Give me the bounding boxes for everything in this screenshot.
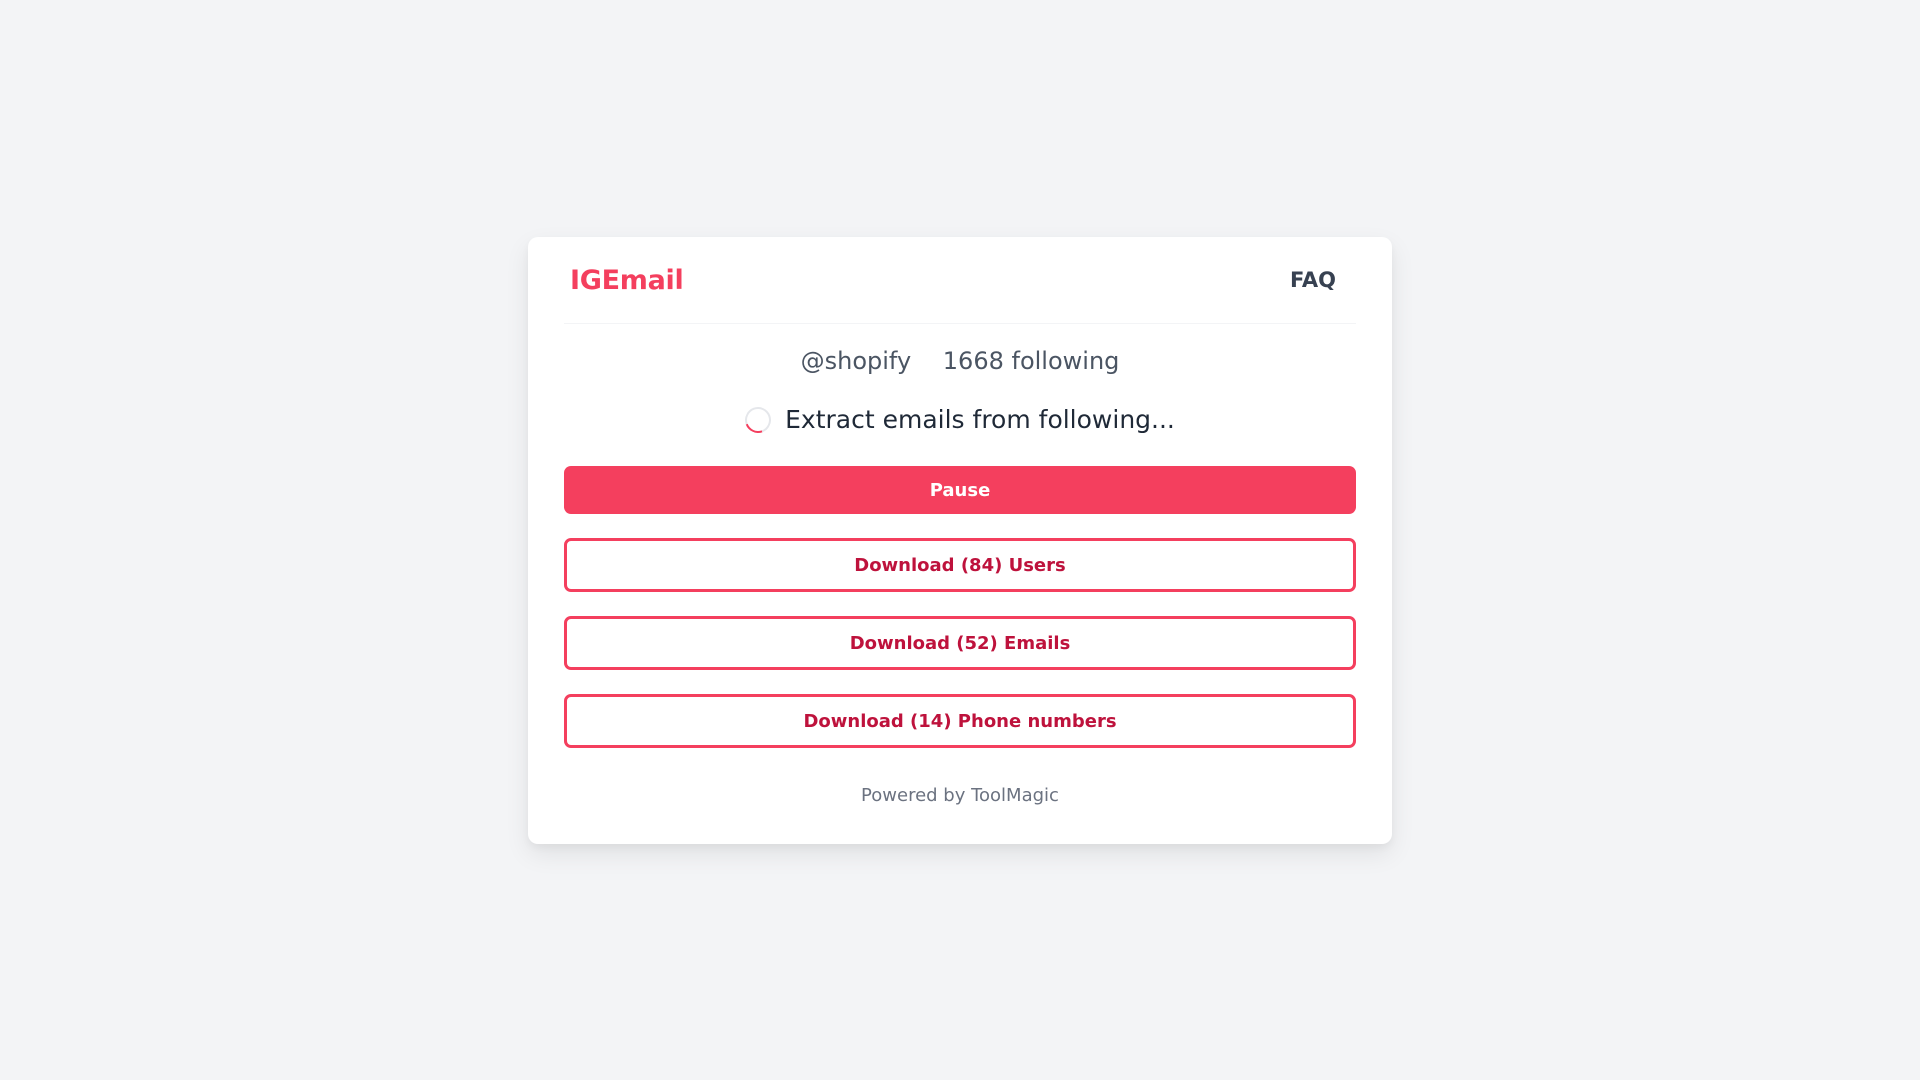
download-phones-button[interactable]: Download (14) Phone numbers	[564, 694, 1356, 748]
faq-link[interactable]: FAQ	[1290, 268, 1336, 292]
following-count: 1668 following	[942, 347, 1120, 375]
pause-button[interactable]: Pause	[564, 466, 1356, 514]
header: IGEmail FAQ	[564, 237, 1356, 324]
status-text: Extract emails from following...	[785, 405, 1175, 434]
download-emails-button[interactable]: Download (52) Emails	[564, 616, 1356, 670]
profile-info: @shopify 1668 following	[528, 347, 1392, 375]
main-card: IGEmail FAQ @shopify 1668 following Extr…	[528, 237, 1392, 844]
extraction-status: Extract emails from following...	[528, 402, 1392, 437]
spinner-icon	[740, 402, 776, 437]
download-users-button[interactable]: Download (84) Users	[564, 538, 1356, 592]
powered-by-footer: Powered by ToolMagic	[861, 785, 1059, 806]
brand-logo[interactable]: IGEmail	[570, 265, 684, 296]
profile-handle: @shopify	[800, 347, 912, 375]
